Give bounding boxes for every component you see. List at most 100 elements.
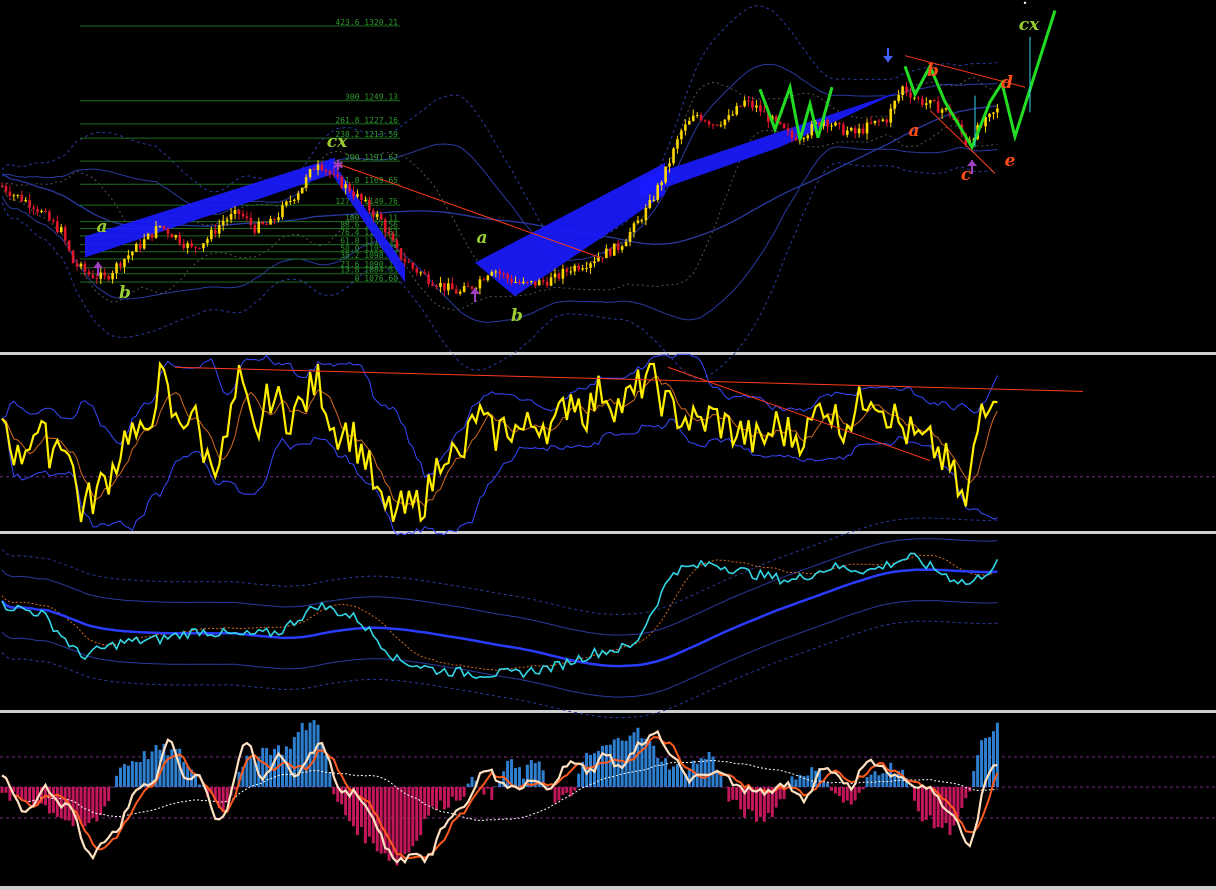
candle-body <box>664 166 667 183</box>
histogram-bar <box>83 787 87 827</box>
candle-body <box>12 195 16 197</box>
candle-body <box>44 210 47 212</box>
candle-body <box>901 86 904 96</box>
candle-body <box>16 194 20 196</box>
candle-body <box>407 261 411 263</box>
candle-body <box>699 114 703 121</box>
candle-body <box>644 207 648 221</box>
candle-body <box>553 273 557 278</box>
candle-body <box>217 225 221 234</box>
histogram-bar <box>802 776 806 787</box>
histogram-bar <box>604 745 608 787</box>
histogram-bar <box>419 787 423 836</box>
histogram-bar <box>0 787 4 793</box>
candle-body <box>454 289 458 294</box>
histogram-bar <box>91 787 95 819</box>
candle-body <box>881 119 885 122</box>
candle-body <box>324 170 328 172</box>
separator-price-oscillator[interactable] <box>0 352 1216 355</box>
fib-level-label: 127.2 1149.76 <box>335 197 398 206</box>
candle-body <box>332 174 336 176</box>
histogram-bar <box>490 787 494 800</box>
wave-label-orange: a <box>908 121 919 141</box>
candle-body <box>52 220 55 222</box>
candle-body <box>67 240 71 251</box>
candle-body <box>451 283 454 290</box>
candle-body <box>557 273 561 279</box>
histogram-bar <box>924 787 928 820</box>
candle-body <box>514 282 517 284</box>
separator-bottom <box>0 886 1216 890</box>
candle-body <box>387 232 391 234</box>
candle-body <box>601 257 604 259</box>
candle-body <box>715 124 719 126</box>
candle-body <box>198 247 201 249</box>
histogram-bar <box>379 787 383 854</box>
wave-label-green: cx <box>327 132 348 152</box>
separator-trend-histogram[interactable] <box>0 710 1216 713</box>
trading-chart: 423.6 1320.21 300 1249.13 261.8 1227.16 238… <box>0 0 1216 890</box>
histogram-bar <box>833 787 837 794</box>
candle-body <box>443 282 446 291</box>
candle-body <box>826 119 829 127</box>
histogram-bar <box>103 787 107 807</box>
candle-body <box>154 226 158 238</box>
candle-body <box>695 114 699 116</box>
histogram-bar <box>656 757 660 787</box>
candle-body <box>206 239 209 244</box>
candle-body <box>486 275 490 281</box>
candle-body <box>63 227 67 241</box>
candle-body <box>348 184 351 192</box>
candle-body <box>597 257 600 262</box>
candle-body <box>36 208 39 213</box>
histogram-bar <box>988 737 991 787</box>
candle-body <box>32 207 35 209</box>
histogram-bar <box>703 758 707 787</box>
histogram-bar <box>466 783 470 787</box>
candle-body <box>375 214 379 217</box>
candle-body <box>944 108 948 110</box>
candle-body <box>913 97 916 99</box>
candle-body <box>138 244 142 249</box>
histogram-bar <box>600 745 604 787</box>
candle-body <box>498 271 501 274</box>
candle-body <box>372 210 375 217</box>
histogram-bar <box>944 787 948 824</box>
candle-body <box>853 127 857 134</box>
candle-body <box>233 209 237 214</box>
candle-body <box>541 280 545 282</box>
candle-body <box>502 273 505 275</box>
histogram-bar <box>873 771 877 787</box>
histogram-bar <box>454 787 458 801</box>
candle-body <box>119 263 122 267</box>
candle-body <box>688 120 691 125</box>
histogram-bar <box>790 776 794 787</box>
wave-label-orange: e <box>1005 151 1016 171</box>
candle-body <box>158 225 162 227</box>
candle-body <box>293 199 296 202</box>
separator-oscillator-trend[interactable] <box>0 531 1216 534</box>
candle-body <box>83 263 87 272</box>
candle-body <box>229 213 233 220</box>
candle-body <box>466 286 470 288</box>
candle-body <box>71 250 75 264</box>
candle-body <box>20 194 24 202</box>
candle-body <box>56 221 59 233</box>
histogram-bar <box>95 787 99 822</box>
candle-body <box>308 169 312 178</box>
candle-body <box>739 106 742 108</box>
candle-body <box>889 108 893 123</box>
histogram-bar <box>328 772 332 787</box>
histogram-bar <box>332 787 336 795</box>
candle-body <box>368 200 371 211</box>
candle-body <box>103 272 106 276</box>
histogram-bar <box>438 787 442 801</box>
histogram-bar <box>687 768 691 787</box>
candle-body <box>585 267 588 269</box>
histogram-bar <box>845 787 849 801</box>
candle-body <box>249 218 253 225</box>
histogram-bar <box>4 787 8 793</box>
histogram-bar <box>960 787 964 808</box>
histogram-bar <box>956 787 960 818</box>
candle-body <box>269 218 272 225</box>
